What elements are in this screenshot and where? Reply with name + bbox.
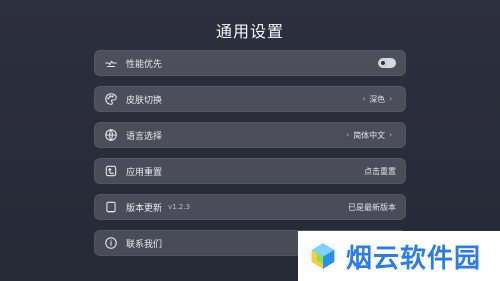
version-status: 已是最新版本 — [348, 202, 396, 212]
reset-icon — [104, 164, 118, 178]
setting-value: 简体中文 — [353, 130, 386, 140]
setting-control[interactable] — [378, 58, 396, 68]
setting-row-performance[interactable]: 性能优先 — [94, 50, 406, 76]
watermark: 烟云软件园 — [298, 231, 500, 281]
setting-label: 联系我们 — [126, 239, 163, 250]
reset-action[interactable]: 点击重置 — [364, 166, 396, 177]
setting-row-version[interactable]: 版本更新 v1.2.3 已是最新版本 — [94, 194, 406, 220]
page-title: 通用设置 — [215, 22, 284, 41]
setting-label: 皮肤切换 — [126, 95, 163, 106]
setting-row-language[interactable]: 语言选择 ‹ 简体中文 › — [94, 122, 406, 148]
version-number: v1.2.3 — [168, 203, 190, 211]
watermark-logo-icon — [311, 243, 335, 269]
setting-label: 语言选择 — [126, 131, 163, 142]
chevron-left-icon[interactable]: ‹ — [346, 131, 349, 139]
palette-icon — [104, 92, 118, 106]
setting-row-skin[interactable]: 皮肤切换 ‹ 深色 › — [94, 86, 406, 112]
chevron-right-icon[interactable]: › — [389, 131, 392, 139]
version-icon — [104, 200, 118, 214]
setting-control: 已是最新版本 — [348, 202, 396, 213]
setting-control[interactable]: ‹ 深色 › — [358, 94, 396, 105]
setting-label: 性能优先 — [126, 59, 163, 70]
chevron-right-icon[interactable]: › — [389, 95, 392, 103]
setting-control[interactable]: ‹ 简体中文 › — [342, 130, 396, 141]
performance-toggle[interactable] — [378, 58, 396, 68]
info-icon — [104, 236, 118, 250]
rocket-icon — [104, 56, 118, 70]
watermark-text: 烟云软件园 — [346, 243, 482, 274]
setting-value: 深色 — [369, 94, 386, 104]
setting-label: 应用重置 — [126, 167, 163, 178]
globe-icon — [104, 128, 118, 142]
setting-label: 版本更新 — [126, 203, 163, 214]
setting-control[interactable]: 点击重置 — [364, 166, 396, 177]
chevron-left-icon[interactable]: ‹ — [362, 95, 365, 103]
setting-row-reset[interactable]: 应用重置 点击重置 — [94, 158, 406, 184]
